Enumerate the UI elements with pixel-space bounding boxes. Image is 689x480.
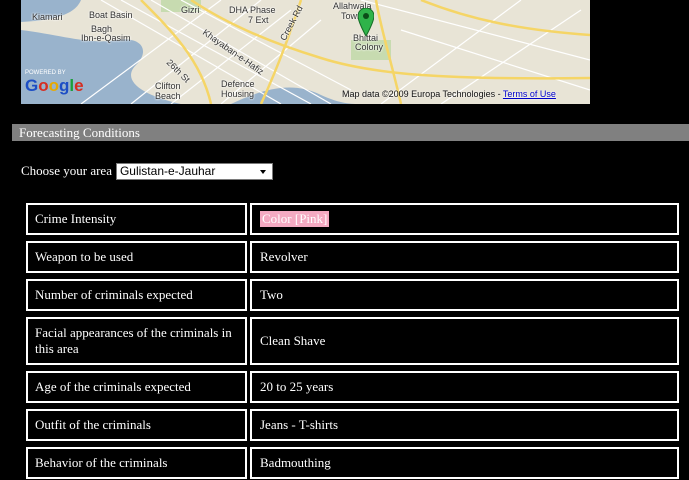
condition-label: Behavior of the criminals <box>26 447 247 479</box>
terms-of-use-link[interactable]: Terms of Use <box>503 89 556 99</box>
area-selected-value: Gulistan-e-Jauhar <box>119 163 216 178</box>
map-label: Beach <box>155 91 181 101</box>
condition-value: Jeans - T-shirts <box>250 409 679 441</box>
condition-value: Badmouthing <box>250 447 679 479</box>
condition-label: Outfit of the criminals <box>26 409 247 441</box>
condition-label: Crime Intensity <box>26 203 247 235</box>
condition-value: Clean Shave <box>250 317 679 365</box>
map-label: Ibn-e-Qasim <box>81 33 131 43</box>
google-logo[interactable]: Google <box>25 77 84 95</box>
condition-value: 20 to 25 years <box>250 371 679 403</box>
map-label: Gizri <box>181 5 200 15</box>
condition-value: Two <box>250 279 679 311</box>
map-label: Clifton <box>155 81 181 91</box>
map-marker-icon[interactable] <box>358 8 374 36</box>
condition-label: Age of the criminals expected <box>26 371 247 403</box>
map-label: Defence <box>221 79 255 89</box>
condition-value: Color [Pink] <box>250 203 679 235</box>
map-label: DHA Phase <box>229 5 276 15</box>
map-label: Housing <box>221 89 255 99</box>
map-label: Boat Basin <box>89 10 133 20</box>
chevron-down-icon <box>259 169 266 174</box>
condition-value: Revolver <box>250 241 679 273</box>
map-view[interactable]: Kiamari Boat Basin Gizri DHA Phase 7 Ext… <box>21 0 590 104</box>
map-attribution: Map data ©2009 Europa Technologies - Ter… <box>342 89 556 99</box>
area-chooser: Choose your area Gulistan-e-Jauhar <box>21 162 273 180</box>
map-label: Colony <box>355 42 384 52</box>
crime-intensity-badge: Color [Pink] <box>260 211 330 227</box>
map-label: 7 Ext <box>248 15 269 25</box>
condition-label: Number of criminals expected <box>26 279 247 311</box>
condition-label: Facial appearances of the criminals in t… <box>26 317 247 365</box>
condition-label: Weapon to be used <box>26 241 247 273</box>
area-dropdown[interactable]: Gulistan-e-Jauhar <box>115 162 273 180</box>
area-label: Choose your area <box>21 163 112 178</box>
section-title: Forecasting Conditions <box>12 124 689 141</box>
map-label: Kiamari <box>32 12 63 22</box>
